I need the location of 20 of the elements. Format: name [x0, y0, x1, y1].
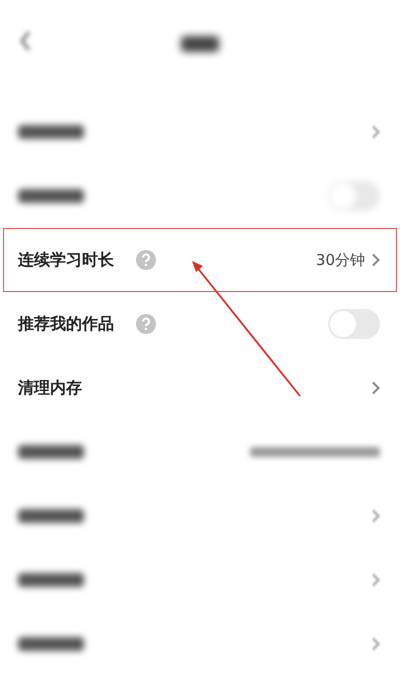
blurred-text: [18, 637, 84, 651]
help-icon[interactable]: [136, 314, 156, 334]
blurred-title: [181, 36, 219, 52]
setting-label: 推荐我的作品: [18, 314, 114, 334]
chevron-icon[interactable]: [371, 381, 380, 395]
back-icon[interactable]: [18, 30, 32, 52]
chevron-icon[interactable]: [371, 253, 380, 267]
chevron-icon[interactable]: [371, 125, 380, 139]
chevron-icon[interactable]: [371, 509, 380, 523]
setting-value: 30分钟: [316, 250, 365, 270]
chevron-icon[interactable]: [371, 573, 380, 587]
blurred-text: [18, 189, 84, 203]
setting-label: 连续学习时长: [18, 250, 114, 270]
blurred-text: [18, 573, 84, 587]
setting-label: 清理内存: [18, 378, 82, 398]
chevron-icon[interactable]: [371, 637, 380, 651]
help-icon[interactable]: [136, 250, 156, 270]
blurred-text: [18, 445, 84, 459]
blurred-text: [18, 509, 84, 523]
blurred-text: [18, 125, 84, 139]
